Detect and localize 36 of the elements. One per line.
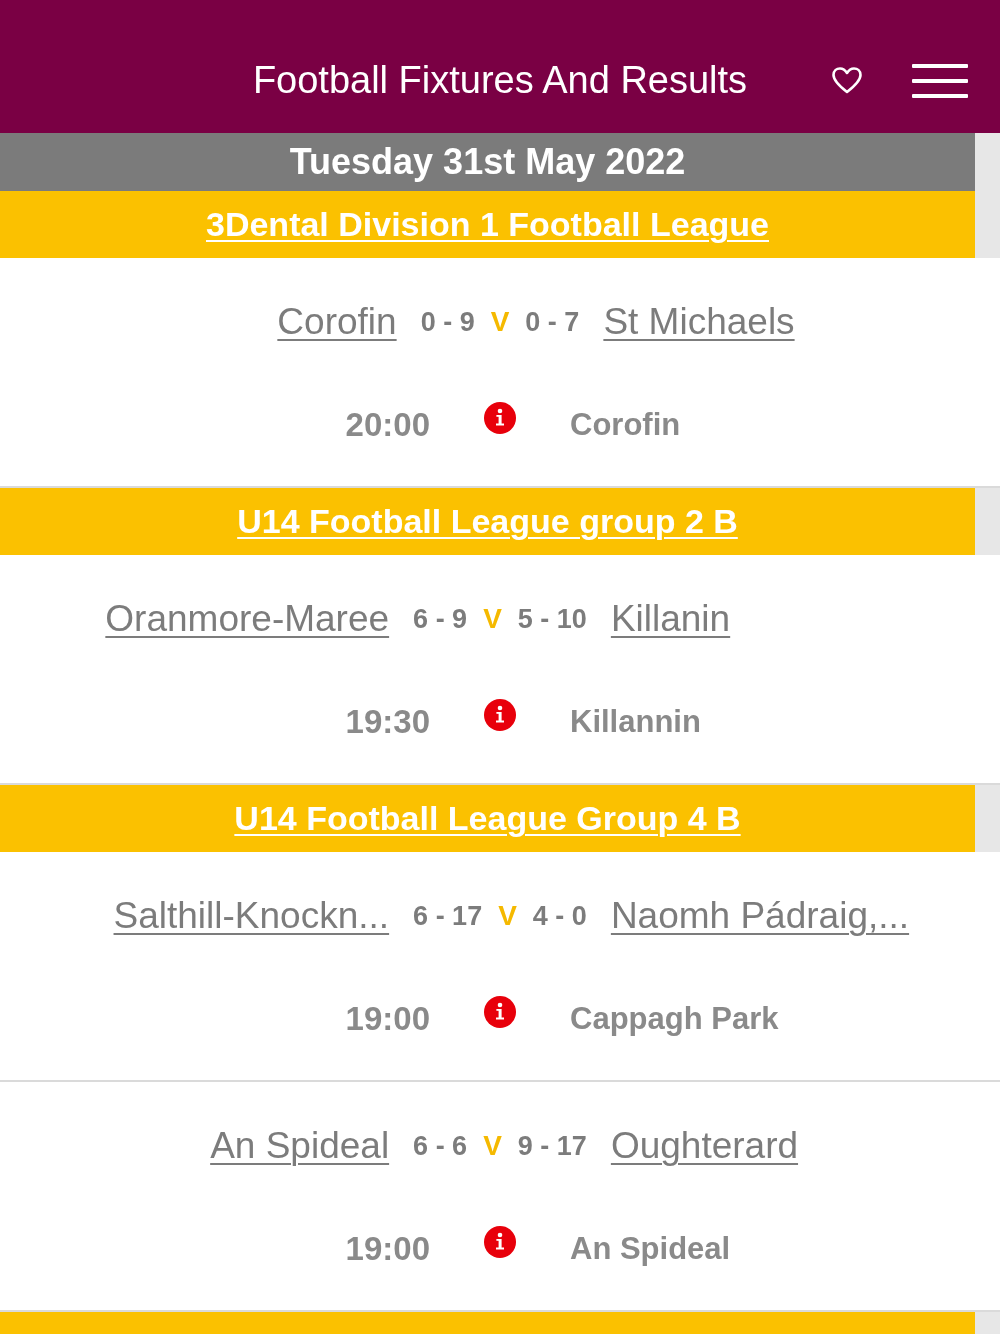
kickoff-time: 19:00 <box>345 1230 430 1268</box>
kickoff-time: 19:30 <box>345 703 430 741</box>
venue-text: Killannin <box>570 704 701 740</box>
team-link[interactable]: Naomh Pádraig,... <box>610 895 910 937</box>
date-heading: Tuesday 31st May 2022 <box>0 133 975 191</box>
menu-icon[interactable] <box>912 63 968 98</box>
score-text: 0 - 9 <box>420 306 475 338</box>
venue-text: Corofin <box>570 407 681 443</box>
score-text: 6 - 17 <box>413 900 483 932</box>
score-text: 6 - 6 <box>413 1130 468 1162</box>
score-text: 0 - 7 <box>525 306 580 338</box>
kickoff-time: 20:00 <box>345 406 430 444</box>
versus-label: V <box>498 900 517 932</box>
venue-text: Cappagh Park <box>570 1001 779 1037</box>
team-link[interactable]: Corofin <box>277 301 397 343</box>
versus-label: V <box>483 1130 502 1162</box>
team-link[interactable]: St Michaels <box>603 301 795 343</box>
team-link[interactable]: Killanin <box>610 598 731 640</box>
info-icon[interactable] <box>484 1226 516 1258</box>
score-text: 6 - 9 <box>413 603 468 635</box>
info-icon[interactable] <box>484 996 516 1028</box>
team-link[interactable]: Oranmore-Maree <box>105 598 390 640</box>
app-title: Football Fixtures And Results <box>252 59 748 102</box>
versus-label: V <box>483 603 502 635</box>
kickoff-time: 19:00 <box>345 1000 430 1038</box>
venue-text: An Spideal <box>570 1231 731 1267</box>
score-text: 5 - 10 <box>517 603 587 635</box>
score-text: 4 - 0 <box>532 900 587 932</box>
versus-label: V <box>490 306 510 338</box>
team-link[interactable]: An Spideal <box>210 1125 390 1167</box>
team-link[interactable]: Salthill-Knockn... <box>113 895 390 937</box>
score-text: 9 - 17 <box>517 1130 587 1162</box>
heart-icon[interactable] <box>832 67 862 94</box>
info-icon[interactable] <box>484 699 516 731</box>
info-icon[interactable] <box>484 402 516 434</box>
team-link[interactable]: Oughterard <box>610 1125 799 1167</box>
